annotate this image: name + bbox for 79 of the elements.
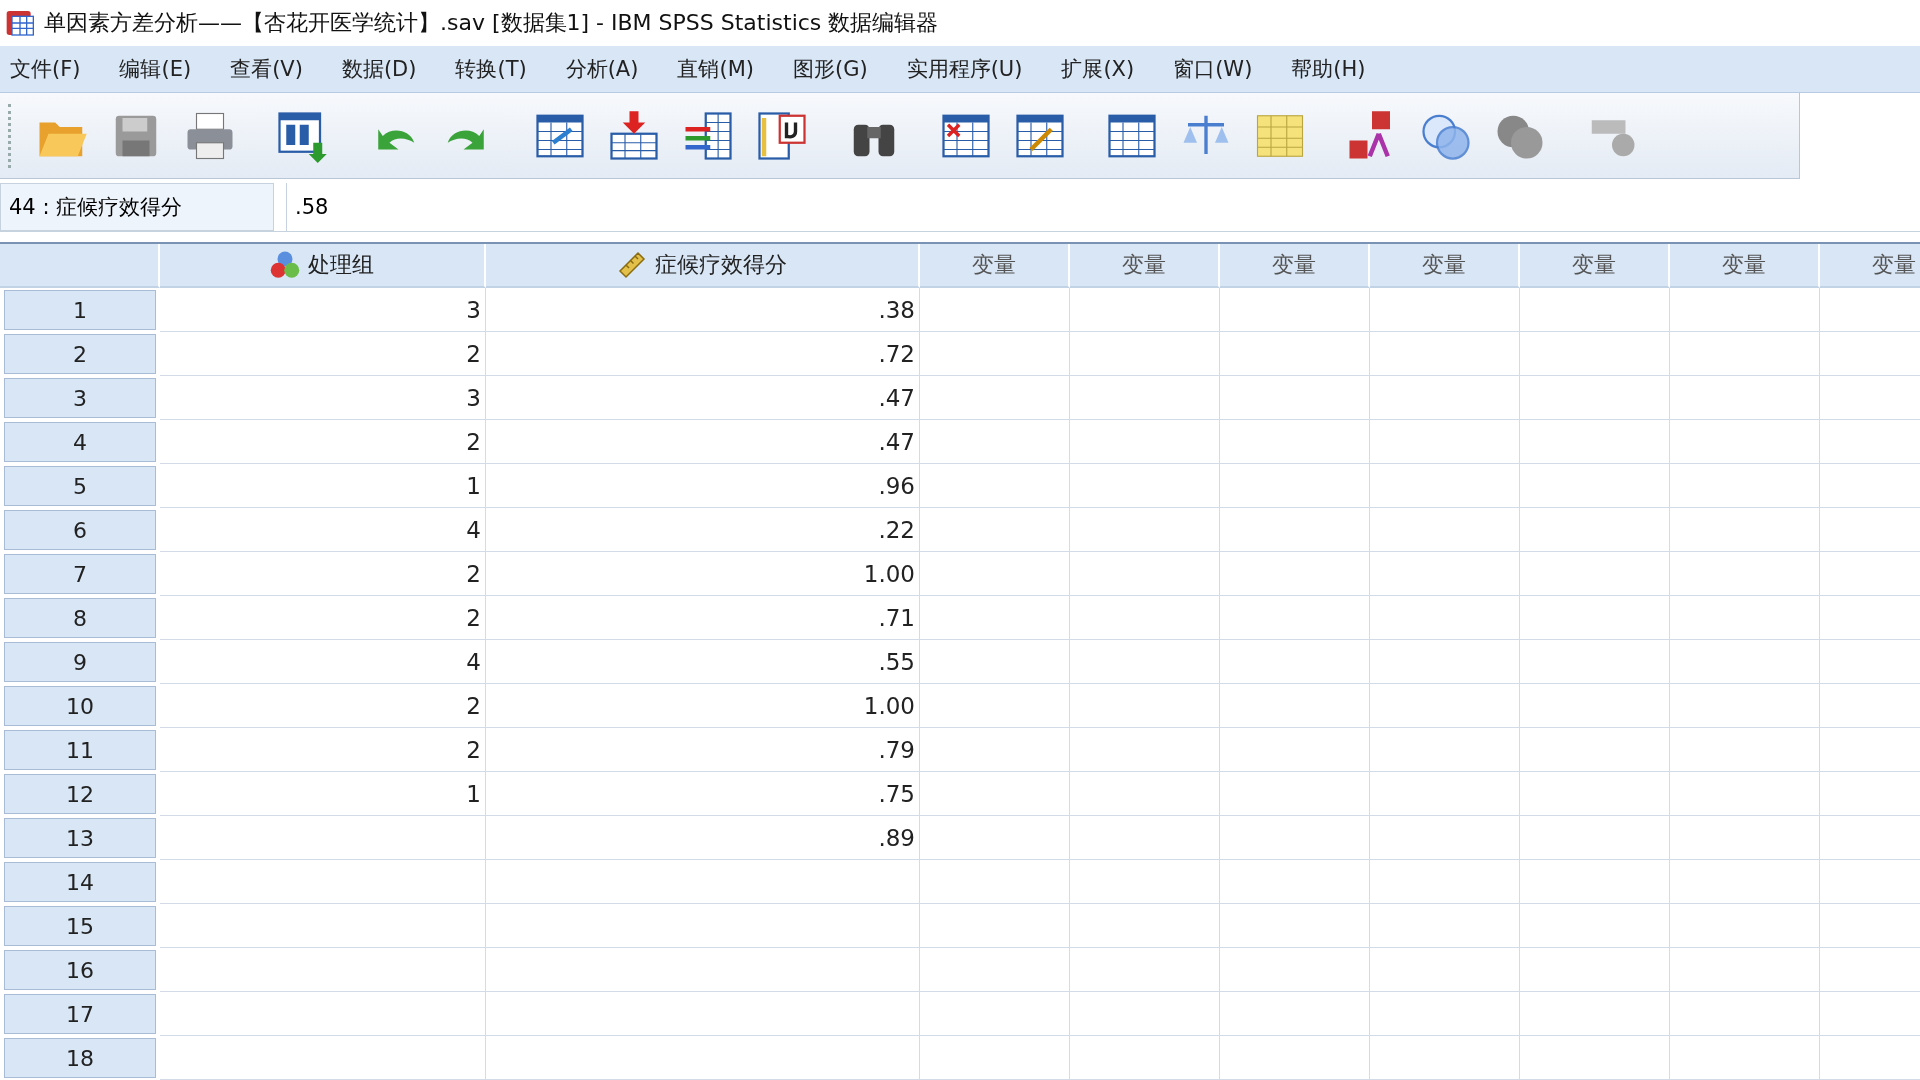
menu-item[interactable]: 实用程序(U) [906,55,1023,83]
row-number[interactable]: 5 [4,466,156,506]
row-number[interactable]: 18 [4,1038,156,1078]
nominal-icon [270,250,300,280]
row-number[interactable]: 13 [4,818,156,858]
table-cell: 3 [160,288,486,332]
row-number[interactable]: 7 [4,554,156,594]
row-number[interactable]: 17 [4,994,156,1034]
menu-item[interactable]: 数据(D) [341,55,417,83]
cell-value-field[interactable]: .58 [286,183,1920,231]
menu-item[interactable]: 直销(M) [677,55,754,83]
row-number[interactable]: 4 [4,422,156,462]
menu-item[interactable]: 分析(A) [565,55,639,83]
table-cell: .55 [486,640,920,684]
corner-cell[interactable] [0,244,160,288]
table-cell: .47 [486,376,920,420]
table-cell: 2 [160,332,486,376]
column-header[interactable]: 症候疗效得分 [486,244,920,288]
column-header[interactable]: 变量 [1370,244,1520,288]
table-cell: .38 [486,288,920,332]
row-number[interactable]: 14 [4,862,156,902]
menu-item[interactable]: 文件(F) [10,55,81,83]
menu-item[interactable]: 帮助(H) [1291,55,1366,83]
ruler-icon [617,250,647,280]
table-cell: .96 [486,464,920,508]
row-number[interactable]: 6 [4,510,156,550]
row-number[interactable]: 3 [4,378,156,418]
table-cell: 2 [160,728,486,772]
table-cell: .89 [486,816,920,860]
row-number[interactable]: 15 [4,906,156,946]
menu-item[interactable]: 编辑(E) [119,55,192,83]
column-name: 处理组 [308,251,374,279]
column-name: 变量 [1572,251,1616,279]
menu-item[interactable]: 扩展(X) [1061,55,1135,83]
column-header[interactable]: 变量 [1820,244,1920,288]
row-number[interactable]: 9 [4,642,156,682]
row-number[interactable]: 1 [4,290,156,330]
row-number[interactable]: 8 [4,598,156,638]
column-header[interactable]: 处理组 [160,244,486,288]
column-header[interactable]: 变量 [1220,244,1370,288]
table-cell: 2 [160,552,486,596]
column-name: 症候疗效得分 [655,251,787,279]
column-header[interactable]: 变量 [1070,244,1220,288]
table-cell: 2 [160,420,486,464]
table-cell: .71 [486,596,920,640]
column-header[interactable]: 变量 [1670,244,1820,288]
column-name: 变量 [972,251,1016,279]
table-cell: 4 [160,508,486,552]
column-header[interactable]: 变量 [920,244,1070,288]
table-cell: 2 [160,684,486,728]
table-cell: .75 [486,772,920,816]
column-name: 变量 [1722,251,1766,279]
column-name: 变量 [1272,251,1316,279]
row-number[interactable]: 12 [4,774,156,814]
table-cell: .79 [486,728,920,772]
table-cell: 1.00 [486,684,920,728]
menu-item[interactable]: 转换(T) [455,55,527,83]
table-cell: 1.00 [486,552,920,596]
row-number[interactable]: 2 [4,334,156,374]
row-number[interactable]: 11 [4,730,156,770]
column-name: 变量 [1422,251,1466,279]
cell-reference: 44 : 症候疗效得分 [0,183,274,231]
table-cell: .72 [486,332,920,376]
column-name: 变量 [1872,251,1916,279]
menu-item[interactable]: 窗口(W) [1173,55,1253,83]
menu-item[interactable]: 查看(V) [230,55,303,83]
table-cell: .22 [486,508,920,552]
row-number[interactable]: 10 [4,686,156,726]
table-cell: 1 [160,772,486,816]
table-cell: 4 [160,640,486,684]
window-title: 单因素方差分析——【杏花开医学统计】.sav [数据集1] - IBM SPSS Statistics 数据编辑器 [44,9,939,37]
table-cell: 3 [160,376,486,420]
menu-item[interactable]: 图形(G) [792,55,868,83]
row-number[interactable]: 16 [4,950,156,990]
table-cell: 2 [160,596,486,640]
column-header[interactable]: 变量 [1520,244,1670,288]
table-cell: .47 [486,420,920,464]
column-name: 变量 [1122,251,1166,279]
table-cell: 1 [160,464,486,508]
